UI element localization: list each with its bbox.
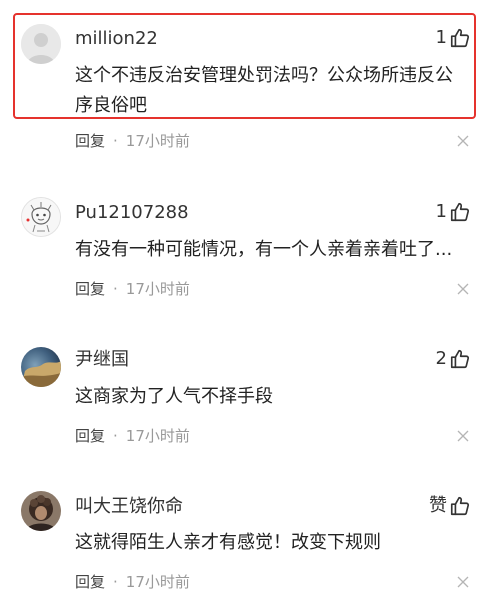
comment-content: 这就得陌生人亲才有感觉！改变下规则 [75,532,381,553]
comment-meta: 回复 · 17小时前 [75,572,190,592]
thumbs-up-icon [449,495,471,517]
comment-item: 叫大王饶你命 赞 这就得陌生人亲才有感觉！改变下规则 回复 · 17小时前 [0,0,491,600]
comment-username[interactable]: 叫大王饶你命 [75,496,183,518]
separator: · [113,573,118,591]
comment-time: 17小时前 [125,573,190,591]
like-button[interactable]: 赞 [429,495,471,517]
like-label: 赞 [429,495,447,516]
reply-button[interactable]: 回复 [75,572,105,592]
avatar[interactable] [21,491,61,531]
close-icon[interactable] [457,576,469,588]
portrait-avatar-icon [21,491,61,531]
